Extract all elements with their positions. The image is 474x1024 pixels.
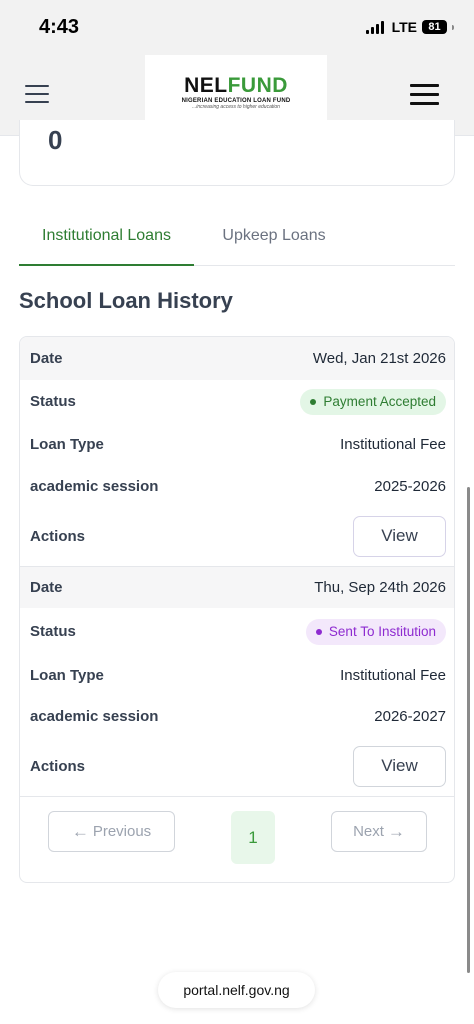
actions-row: Actions View	[20, 506, 454, 566]
signal-icon	[365, 20, 384, 34]
status-text: Sent To Institution	[328, 624, 436, 639]
page-number-button[interactable]: 1	[231, 811, 275, 864]
logo-wordmark: NELFUND	[145, 75, 327, 97]
loan-type-row: Loan Type Institutional Fee	[20, 655, 454, 696]
status-badge: Sent To Institution	[305, 618, 446, 645]
arrow-right-icon: →	[387, 821, 405, 841]
actions-label: Actions	[30, 527, 86, 545]
loan-record: Date Wed, Jan 21st 2026 Status Payment A…	[20, 337, 454, 567]
arrow-left-icon: ←	[71, 821, 89, 841]
sidebar-menu-icon[interactable]	[25, 85, 49, 103]
date-value: Thu, Sep 24th 2026	[314, 579, 446, 596]
status-icons: LTE 81	[365, 19, 454, 35]
loan-record: Date Thu, Sep 24th 2026 Status Sent To I…	[20, 567, 454, 797]
tab-institutional-loans[interactable]: Institutional Loans	[19, 208, 194, 266]
loan-type-label: Loan Type	[30, 667, 104, 684]
next-page-button[interactable]: Next →	[331, 811, 427, 852]
battery-tip	[452, 24, 454, 30]
date-label: Date	[30, 350, 63, 367]
academic-session-label: academic session	[30, 477, 159, 495]
actions-label: Actions	[30, 757, 86, 775]
loan-date-row: Date Wed, Jan 21st 2026	[20, 337, 454, 380]
url-bar[interactable]: portal.nelf.gov.ng	[158, 972, 315, 1008]
status-label: Status	[30, 393, 76, 410]
pagination: ← Previous 1 Next →	[20, 797, 454, 882]
loan-status-row: Status Sent To Institution	[20, 608, 454, 655]
logo-tagline: ...increasing access to higher education	[192, 104, 280, 110]
status-bar: 4:43 LTE 81	[0, 0, 474, 55]
date-value: Wed, Jan 21st 2026	[312, 350, 446, 367]
status-dot-icon	[310, 398, 317, 405]
tab-upkeep-loans[interactable]: Upkeep Loans	[209, 208, 339, 266]
logo-nel: NEL	[184, 74, 228, 97]
loan-type-label: Loan Type	[30, 436, 104, 453]
loan-status-row: Status Payment Accepted	[20, 380, 454, 423]
academic-session-value: 2025-2026	[374, 477, 446, 495]
loan-tabs: Institutional Loans Upkeep Loans	[19, 208, 455, 266]
status-time: 4:43	[39, 16, 80, 38]
logo-fund: FUND	[227, 74, 288, 97]
date-label: Date	[30, 579, 63, 596]
previous-page-button[interactable]: ← Previous	[48, 811, 175, 852]
summary-card: 0	[19, 120, 455, 186]
page-title: School Loan History	[19, 288, 233, 313]
status-label: Status	[30, 623, 76, 640]
summary-value: 0	[48, 125, 63, 155]
status-badge: Payment Accepted	[300, 388, 446, 415]
academic-session-row: academic session 2026-2027	[20, 696, 454, 736]
actions-row: Actions View	[20, 736, 454, 796]
loan-history-card: Date Wed, Jan 21st 2026 Status Payment A…	[19, 336, 455, 883]
academic-session-row: academic session 2025-2026	[20, 466, 454, 506]
status-text: Payment Accepted	[323, 394, 436, 409]
view-button[interactable]: View	[353, 745, 446, 787]
loan-type-value: Institutional Fee	[340, 436, 446, 453]
next-label: Next	[353, 823, 384, 840]
previous-label: Previous	[92, 823, 152, 840]
view-button[interactable]: View	[353, 515, 446, 557]
loan-type-value: Institutional Fee	[340, 667, 446, 684]
loan-date-row: Date Thu, Sep 24th 2026	[20, 567, 454, 608]
main-menu-icon[interactable]	[410, 84, 439, 106]
academic-session-value: 2026-2027	[374, 707, 446, 725]
scrollbar[interactable]	[467, 487, 470, 973]
academic-session-label: academic session	[30, 707, 159, 725]
battery-icon: 81	[422, 20, 447, 34]
loan-type-row: Loan Type Institutional Fee	[20, 423, 454, 466]
status-dot-icon	[315, 628, 322, 635]
network-type: LTE	[391, 19, 417, 35]
